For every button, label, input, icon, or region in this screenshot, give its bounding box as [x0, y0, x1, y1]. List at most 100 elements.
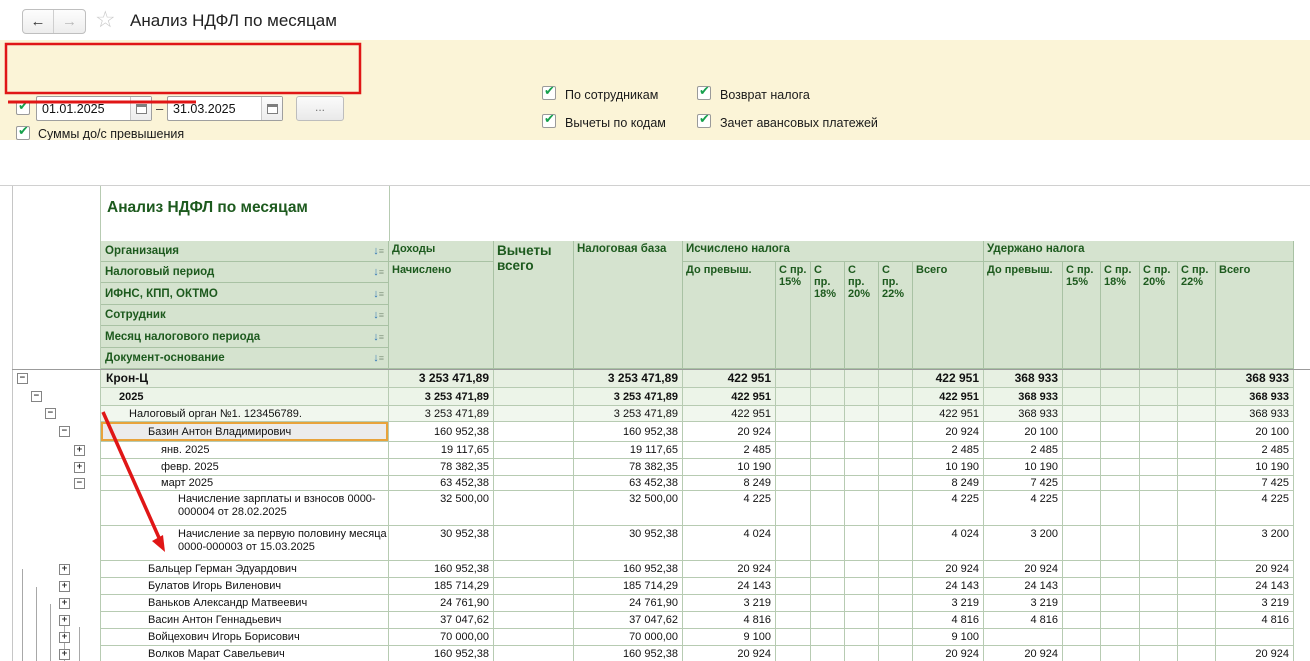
value-cell[interactable] [845, 442, 879, 458]
value-cell[interactable] [1178, 491, 1216, 525]
row-label-cell[interactable]: Начисление зарплаты и взносов 0000-00000… [101, 491, 389, 525]
value-cell[interactable]: 7 425 [984, 476, 1063, 490]
expand-plus-icon[interactable]: + [59, 632, 70, 643]
value-cell[interactable] [1178, 476, 1216, 490]
value-cell[interactable] [1140, 561, 1178, 577]
expand-plus-icon[interactable]: + [59, 564, 70, 575]
value-cell[interactable] [1101, 629, 1140, 645]
value-cell[interactable]: 8 249 [683, 476, 776, 490]
date-to-field[interactable]: 31.03.2025 [167, 96, 283, 121]
value-cell[interactable] [776, 422, 811, 441]
value-cell[interactable]: 24 143 [683, 578, 776, 594]
calendar-button[interactable] [130, 97, 151, 120]
col-calculated-group[interactable]: Исчислено налога [683, 241, 984, 262]
value-cell[interactable]: 160 952,38 [574, 561, 683, 577]
calculated-subcol-0[interactable]: До превыш. [683, 262, 776, 369]
value-cell[interactable] [776, 578, 811, 594]
table-row[interactable]: янв. 202519 117,6519 117,652 4852 4852 4… [101, 442, 1294, 459]
collapse-minus-icon[interactable]: − [31, 391, 42, 402]
value-cell[interactable] [1140, 578, 1178, 594]
value-cell[interactable] [811, 561, 845, 577]
value-cell[interactable] [1140, 406, 1178, 421]
withheld-subcol-4[interactable]: С пр. 22% [1178, 262, 1216, 369]
sort-icon[interactable]: ↓≡ [373, 352, 384, 364]
calculated-subcol-1[interactable]: С пр. 15% [776, 262, 811, 369]
value-cell[interactable]: 3 253 471,89 [389, 369, 494, 387]
value-cell[interactable] [811, 595, 845, 611]
favorite-star-icon[interactable]: ☆ [95, 6, 116, 33]
table-row[interactable]: Ваньков Александр Матвеевич24 761,9024 7… [101, 595, 1294, 612]
sums-checkbox[interactable] [16, 126, 30, 140]
value-cell[interactable]: 3 219 [1216, 595, 1294, 611]
table-row[interactable]: Булатов Игорь Виленович185 714,29185 714… [101, 578, 1294, 595]
value-cell[interactable] [879, 442, 913, 458]
sort-icon[interactable]: ↓≡ [373, 309, 384, 321]
value-cell[interactable]: 9 100 [683, 629, 776, 645]
value-cell[interactable]: 4 225 [1216, 491, 1294, 525]
value-cell[interactable] [776, 369, 811, 387]
value-cell[interactable]: 10 190 [1216, 459, 1294, 475]
withheld-subcol-1[interactable]: С пр. 15% [1063, 262, 1101, 369]
value-cell[interactable] [1216, 629, 1294, 645]
table-row[interactable]: февр. 202578 382,3578 382,3510 19010 190… [101, 459, 1294, 476]
value-cell[interactable]: 32 500,00 [574, 491, 683, 525]
withheld-subcol-0[interactable]: До превыш. [984, 262, 1063, 369]
value-cell[interactable]: 20 924 [913, 646, 984, 661]
row-label-cell[interactable]: Войцехович Игорь Борисович [101, 629, 389, 645]
value-cell[interactable] [1140, 612, 1178, 628]
value-cell[interactable] [1063, 578, 1101, 594]
value-cell[interactable] [1063, 422, 1101, 441]
value-cell[interactable] [845, 646, 879, 661]
expand-plus-icon[interactable]: + [59, 598, 70, 609]
col-income-accrued[interactable]: Начислено [389, 262, 494, 369]
value-cell[interactable]: 3 219 [913, 595, 984, 611]
value-cell[interactable]: 8 249 [913, 476, 984, 490]
value-cell[interactable]: 4 024 [683, 526, 776, 560]
value-cell[interactable]: 24 143 [1216, 578, 1294, 594]
value-cell[interactable]: 63 452,38 [574, 476, 683, 490]
value-cell[interactable] [811, 629, 845, 645]
value-cell[interactable] [776, 646, 811, 661]
value-cell[interactable]: 422 951 [913, 369, 984, 387]
value-cell[interactable]: 4 225 [913, 491, 984, 525]
value-cell[interactable]: 3 253 471,89 [389, 388, 494, 405]
sort-icon[interactable]: ↓≡ [373, 266, 384, 278]
value-cell[interactable]: 368 933 [1216, 369, 1294, 387]
value-cell[interactable]: 70 000,00 [389, 629, 494, 645]
value-cell[interactable] [811, 526, 845, 560]
value-cell[interactable]: 20 924 [984, 646, 1063, 661]
value-cell[interactable] [879, 491, 913, 525]
value-cell[interactable] [811, 442, 845, 458]
value-cell[interactable]: 32 500,00 [389, 491, 494, 525]
value-cell[interactable] [1063, 442, 1101, 458]
value-cell[interactable] [494, 476, 574, 490]
value-cell[interactable] [1140, 476, 1178, 490]
sort-icon[interactable]: ↓≡ [373, 245, 384, 257]
value-cell[interactable] [1178, 388, 1216, 405]
value-cell[interactable] [1063, 406, 1101, 421]
row-header-0[interactable]: Организация↓≡ [101, 241, 389, 262]
value-cell[interactable]: 20 924 [913, 561, 984, 577]
value-cell[interactable] [494, 491, 574, 525]
value-cell[interactable]: 63 452,38 [389, 476, 494, 490]
value-cell[interactable] [1101, 561, 1140, 577]
forward-button[interactable]: → [54, 10, 85, 33]
value-cell[interactable]: 185 714,29 [574, 578, 683, 594]
tax-refund-checkbox[interactable] [697, 86, 711, 100]
value-cell[interactable] [845, 422, 879, 441]
value-cell[interactable]: 160 952,38 [389, 561, 494, 577]
value-cell[interactable]: 20 100 [984, 422, 1063, 441]
value-cell[interactable]: 368 933 [1216, 388, 1294, 405]
value-cell[interactable] [879, 629, 913, 645]
table-row[interactable]: Васин Антон Геннадьевич37 047,6237 047,6… [101, 612, 1294, 629]
value-cell[interactable] [1140, 422, 1178, 441]
value-cell[interactable] [845, 388, 879, 405]
value-cell[interactable]: 78 382,35 [389, 459, 494, 475]
value-cell[interactable]: 20 924 [913, 422, 984, 441]
row-header-3[interactable]: Сотрудник↓≡ [101, 305, 389, 326]
period-checkbox[interactable] [16, 101, 30, 115]
value-cell[interactable] [494, 422, 574, 441]
value-cell[interactable] [845, 629, 879, 645]
calculated-subcol-5[interactable]: Всего [913, 262, 984, 369]
value-cell[interactable] [1101, 526, 1140, 560]
